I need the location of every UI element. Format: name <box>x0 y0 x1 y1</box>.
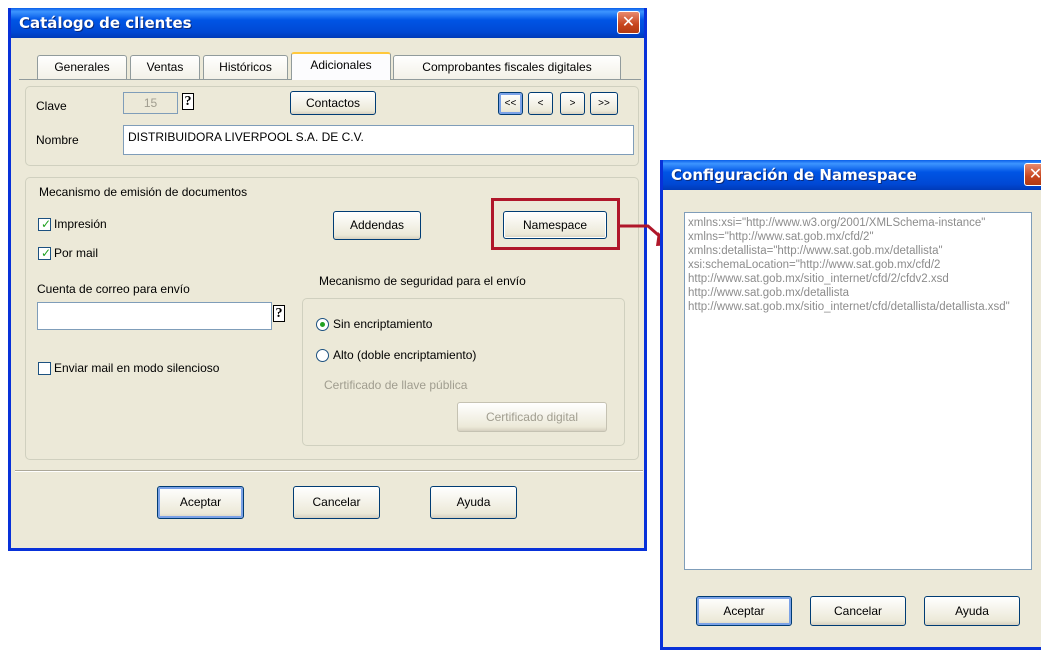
ayuda-button[interactable]: Ayuda <box>430 486 517 519</box>
nombre-label: Nombre <box>36 133 79 147</box>
title-bar[interactable]: Catálogo de clientes ✕ <box>11 8 644 38</box>
silencioso-checkbox[interactable] <box>38 362 51 375</box>
silencioso-label: Enviar mail en modo silencioso <box>54 361 220 375</box>
catalogo-clientes-dialog: Catálogo de clientes ✕ Generales Ventas … <box>8 8 647 551</box>
cancelar-button-label: Cancelar <box>833 604 883 618</box>
cancelar-button[interactable]: Cancelar <box>810 596 906 626</box>
tab-generales[interactable]: Generales <box>37 55 127 79</box>
nav-next-button[interactable]: > <box>560 92 585 115</box>
check-icon: ✓ <box>41 217 52 231</box>
close-button[interactable]: ✕ <box>617 11 640 34</box>
tab-comprobantes-fiscales-digitales[interactable]: Comprobantes fiscales digitales <box>393 55 621 79</box>
nav-prev-icon: < <box>537 98 544 109</box>
close-button[interactable]: ✕ <box>1024 163 1041 186</box>
aceptar-button[interactable]: Aceptar <box>696 596 792 626</box>
addendas-button-label: Addendas <box>349 218 405 232</box>
impresion-checkbox[interactable]: ✓ <box>38 217 52 231</box>
clave-field: 15 <box>123 92 178 114</box>
ayuda-button-label: Ayuda <box>456 495 491 509</box>
nav-last-button[interactable]: >> <box>590 92 618 115</box>
namespace-button[interactable]: Namespace <box>503 211 607 239</box>
contactos-button[interactable]: Contactos <box>290 91 376 115</box>
bottom-separator <box>15 470 643 472</box>
clave-help-icon[interactable]: ? <box>182 93 194 110</box>
tab-label: Adicionales <box>310 58 372 72</box>
tab-label: Ventas <box>146 60 184 74</box>
certificado-digital-button[interactable]: Certificado digital <box>457 402 607 432</box>
nav-first-icon: << <box>504 98 517 109</box>
cuenta-label: Cuenta de correo para envío <box>37 282 190 296</box>
nav-next-icon: > <box>569 98 576 109</box>
alto-radio[interactable] <box>316 349 329 362</box>
cancelar-button-label: Cancelar <box>312 495 361 509</box>
por-mail-label: Por mail <box>54 246 99 260</box>
aceptar-button-label: Aceptar <box>723 604 765 618</box>
check-icon: ✓ <box>41 246 52 260</box>
dialog-title: Catálogo de clientes <box>19 14 192 32</box>
radio-selected-dot <box>320 322 325 327</box>
tab-label: Generales <box>54 60 110 74</box>
por-mail-checkbox[interactable]: ✓ <box>38 246 52 260</box>
namespace-button-label: Namespace <box>522 218 588 232</box>
sin-encriptamiento-label: Sin encriptamiento <box>333 317 433 331</box>
dialog-title: Configuración de Namespace <box>671 166 917 184</box>
namespace-textarea[interactable]: xmlns:xsi="http://www.w3.org/2001/XMLSch… <box>684 212 1032 570</box>
seguridad-title: Mecanismo de seguridad para el envío <box>319 274 526 288</box>
mecanismo-title: Mecanismo de emisión de documentos <box>39 185 248 199</box>
close-icon: ✕ <box>1028 164 1041 183</box>
addendas-button[interactable]: Addendas <box>333 211 421 240</box>
certificado-digital-button-label: Certificado digital <box>485 410 579 424</box>
namespace-dialog: Configuración de Namespace ✕ xmlns:xsi="… <box>660 160 1041 650</box>
cuenta-help-icon[interactable]: ? <box>273 305 285 322</box>
nombre-field[interactable]: DISTRIBUIDORA LIVERPOOL S.A. DE C.V. <box>123 125 634 155</box>
certificado-label: Certificado de llave pública <box>324 378 468 392</box>
cancelar-button[interactable]: Cancelar <box>293 486 380 519</box>
sin-encriptamiento-radio[interactable] <box>316 318 329 331</box>
nav-last-icon: >> <box>598 98 610 109</box>
aceptar-button[interactable]: Aceptar <box>157 486 244 519</box>
nav-first-button[interactable]: << <box>498 92 523 115</box>
aceptar-button-label: Aceptar <box>179 495 222 509</box>
tab-historicos[interactable]: Históricos <box>203 55 288 79</box>
close-icon: ✕ <box>621 12 636 31</box>
tab-ventas[interactable]: Ventas <box>130 55 200 79</box>
alto-label: Alto (doble encriptamiento) <box>333 348 477 362</box>
impresion-label: Impresión <box>54 217 107 231</box>
ayuda-button-label: Ayuda <box>955 604 989 618</box>
ayuda-button[interactable]: Ayuda <box>924 596 1020 626</box>
cuenta-field[interactable] <box>37 302 272 330</box>
tab-label: Comprobantes fiscales digitales <box>422 60 592 74</box>
tab-label: Históricos <box>219 60 272 74</box>
nav-prev-button[interactable]: < <box>528 92 553 115</box>
tab-adicionales[interactable]: Adicionales <box>291 52 391 80</box>
contactos-button-label: Contactos <box>305 96 361 110</box>
clave-label: Clave <box>36 99 67 113</box>
title-bar[interactable]: Configuración de Namespace ✕ <box>663 160 1041 190</box>
